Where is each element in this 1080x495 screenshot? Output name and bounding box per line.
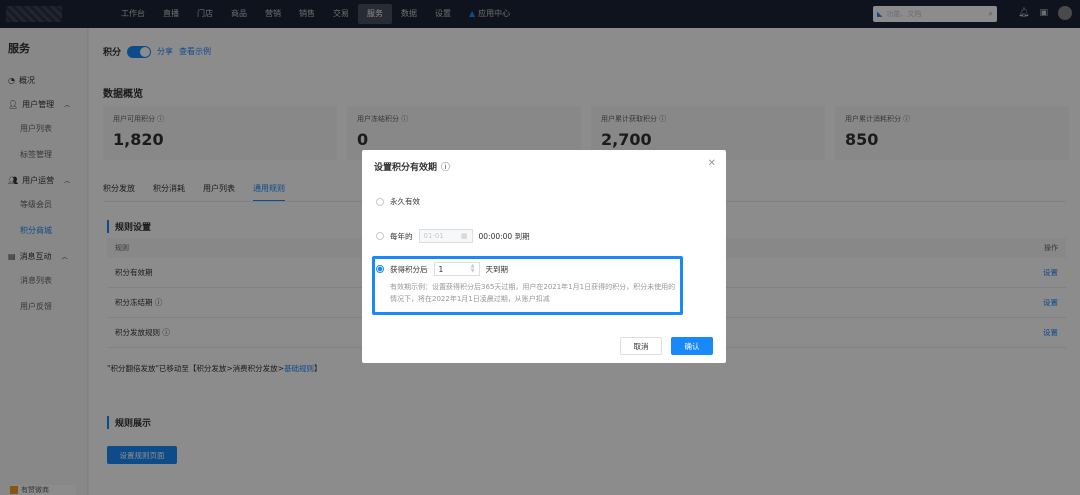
option-permanent-label: 永久有效 bbox=[390, 197, 420, 206]
option-yearly[interactable]: 每年的 01-01 ▦ 00:00:00 到期 bbox=[376, 229, 530, 243]
confirm-button[interactable]: 确认 bbox=[671, 337, 713, 355]
yearly-date-picker[interactable]: 01-01 ▦ bbox=[418, 229, 473, 243]
radio-permanent[interactable] bbox=[376, 197, 384, 206]
cancel-button[interactable]: 取消 bbox=[620, 337, 662, 355]
option-yearly-label: 每年的 bbox=[390, 231, 413, 241]
option-permanent[interactable]: 永久有效 bbox=[376, 196, 420, 207]
modal-title: 设置积分有效期 ⓘ bbox=[374, 160, 450, 173]
radio-yearly[interactable] bbox=[376, 232, 384, 240]
calendar-icon: ▦ bbox=[460, 232, 468, 240]
yearly-time-label: 00:00:00 到期 bbox=[478, 231, 530, 241]
validity-hint: 有效期示例：设置获得积分后365天过期，用户在2021年1月1日获得的积分，积分… bbox=[390, 283, 676, 303]
info-icon: ⓘ bbox=[441, 163, 451, 173]
yearly-date-value: 01-01 bbox=[423, 232, 444, 240]
close-icon[interactable]: ✕ bbox=[708, 158, 716, 169]
